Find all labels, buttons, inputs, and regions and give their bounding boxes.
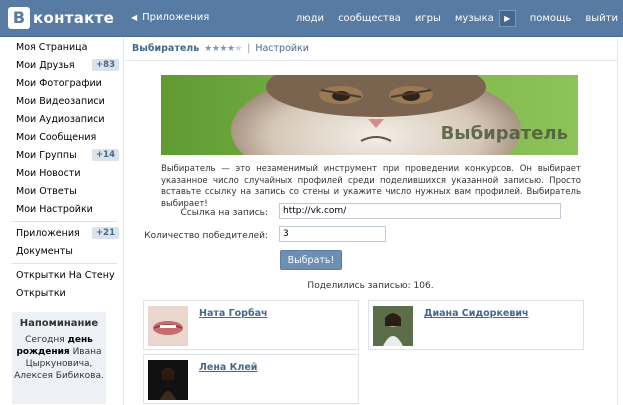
choose-button[interactable]: Выбрать!: [280, 250, 342, 270]
sidebar-item-label: Мои Сообщения: [16, 131, 97, 143]
winner-name-link[interactable]: Диана Сидоркевич: [424, 308, 529, 319]
sidebar-item-label: Приложения: [16, 227, 80, 239]
sidebar-divider: [12, 263, 117, 264]
sidebar-item-apps[interactable]: Приложения +21: [16, 224, 119, 242]
back-to-apps-link[interactable]: ◀ Приложения: [131, 12, 209, 23]
top-header: В контакте ◀ Приложения люди сообщества …: [0, 0, 623, 37]
nav-logout[interactable]: выйти: [585, 13, 618, 24]
winner-name-link[interactable]: Ната Горбач: [199, 308, 268, 319]
friends-count-badge[interactable]: +83: [92, 59, 119, 71]
rating-stars-icon: ★★★★★: [204, 43, 243, 54]
reminder-title: Напоминание: [19, 318, 99, 329]
sidebar-item-label: Мои Видеозаписи: [16, 95, 105, 107]
nav-games[interactable]: игры: [415, 13, 441, 24]
nav-people[interactable]: люди: [296, 13, 324, 24]
sidebar-item-label: Открытки На Стену: [16, 269, 115, 281]
sidebar-item-label: Мои Друзья: [16, 59, 75, 71]
sidebar-item-label: Мои Ответы: [16, 185, 77, 197]
winners-count-label: Количество победителей:: [144, 231, 268, 241]
app-header-bar: Выбиратель ★★★★★ | Настройки: [124, 37, 617, 61]
sidebar-item-label: Документы: [16, 245, 73, 257]
sidebar-item-videos[interactable]: Мои Видеозаписи: [16, 92, 119, 110]
sidebar-item-groups[interactable]: Мои Группы +14: [16, 146, 119, 164]
sidebar-item-label: Моя Страница: [16, 41, 88, 53]
sidebar-item-friends[interactable]: Мои Друзья +83: [16, 56, 119, 74]
link-label: Ссылка на запись:: [180, 208, 268, 218]
winners-count-input[interactable]: [279, 226, 386, 242]
nav-help[interactable]: помощь: [530, 13, 572, 24]
back-arrow-icon: ◀: [131, 13, 138, 22]
reminder-text: Сегодня день рождения Ивана Цыркуновича,…: [12, 334, 106, 382]
groups-count-badge[interactable]: +14: [92, 149, 119, 161]
winner-avatar[interactable]: [148, 360, 188, 400]
sidebar-item-photos[interactable]: Мои Фотографии: [16, 74, 119, 92]
sidebar-item-answers[interactable]: Мои Ответы: [16, 182, 119, 200]
winner-card: Диана Сидоркевич: [368, 300, 584, 350]
sidebar-item-label: Мои Новости: [16, 167, 81, 179]
sidebar-item-label: Мои Фотографии: [16, 77, 102, 89]
sidebar-item-cards[interactable]: Открытки: [16, 284, 119, 302]
banner-title: Выбиратель: [440, 123, 568, 144]
sidebar-item-label: Мои Настройки: [16, 203, 93, 215]
post-link-input[interactable]: [279, 203, 561, 219]
top-nav: люди сообщества игры музыка ▶ помощь вый…: [282, 0, 618, 36]
sidebar-item-label: Мои Аудиозаписи: [16, 113, 105, 125]
logo-text: контакте: [33, 9, 115, 27]
play-icon[interactable]: ▶: [498, 9, 516, 27]
back-label: Приложения: [142, 12, 210, 23]
winner-card: Лена Клей: [143, 354, 359, 404]
winner-avatar[interactable]: [373, 306, 413, 346]
birthday-reminder: Напоминание Сегодня день рождения Ивана …: [12, 312, 106, 404]
app-title[interactable]: Выбиратель: [132, 43, 199, 54]
vk-logo[interactable]: В контакте: [8, 7, 114, 29]
shared-count-text: Поделились записью: 106.: [307, 281, 434, 291]
settings-link[interactable]: Настройки: [255, 43, 309, 54]
left-sidebar: Моя Страница Мои Друзья +83 Мои Фотографи…: [0, 37, 123, 405]
winner-name-link[interactable]: Лена Клей: [199, 362, 257, 373]
nav-music[interactable]: музыка: [455, 13, 494, 24]
sidebar-item-label: Мои Группы: [16, 149, 77, 161]
logo-letter: В: [8, 7, 30, 29]
sidebar-item-wall-cards[interactable]: Открытки На Стену: [16, 266, 119, 284]
divider: |: [247, 43, 251, 54]
sidebar-item-news[interactable]: Мои Новости: [16, 164, 119, 182]
sidebar-divider: [12, 221, 117, 222]
sidebar-item-label: Открытки: [16, 287, 66, 299]
app-content: Выбиратель ★★★★★ | Настройки Выбиратель …: [123, 37, 618, 405]
sidebar-item-audio[interactable]: Мои Аудиозаписи: [16, 110, 119, 128]
sidebar-item-settings[interactable]: Мои Настройки: [16, 200, 119, 218]
sidebar-item-documents[interactable]: Документы: [16, 242, 119, 260]
winner-avatar[interactable]: [148, 306, 188, 346]
app-banner-image: Выбиратель: [161, 75, 578, 155]
nav-communities[interactable]: сообщества: [338, 13, 401, 24]
reminder-text-before: Сегодня: [25, 335, 68, 345]
winner-card: Ната Горбач: [143, 300, 359, 350]
apps-count-badge[interactable]: +21: [92, 227, 119, 239]
sidebar-item-my-page[interactable]: Моя Страница: [16, 38, 119, 56]
sidebar-item-messages[interactable]: Мои Сообщения: [16, 128, 119, 146]
